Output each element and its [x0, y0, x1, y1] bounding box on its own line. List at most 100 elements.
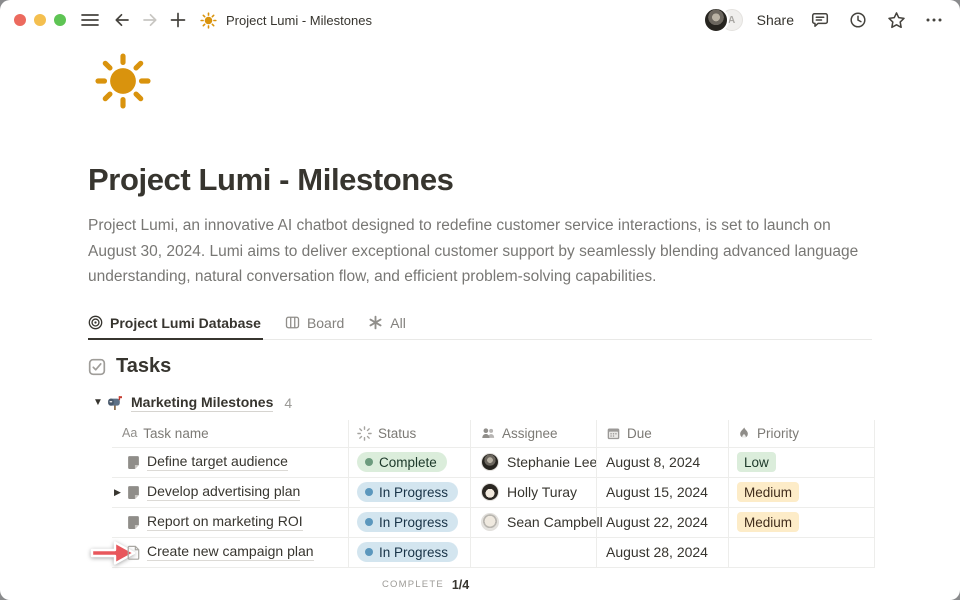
- due-value: August 28, 2024: [606, 544, 708, 560]
- table-footer-calculation[interactable]: COMPLETE 1/4: [382, 578, 872, 592]
- column-header-task-name[interactable]: Aa Task name: [112, 420, 348, 447]
- forward-icon[interactable]: [138, 8, 162, 32]
- table-row[interactable]: ▶ Develop advertising plan In Progress H…: [112, 478, 875, 508]
- group-header: ▼ Marketing Milestones 4: [93, 394, 872, 412]
- status-label: In Progress: [379, 485, 448, 500]
- assignee-name: Holly Turay: [507, 484, 577, 500]
- page-icon-outline: [127, 545, 140, 560]
- group-count: 4: [284, 395, 292, 411]
- page-description: Project Lumi, an innovative AI chatbot d…: [88, 213, 872, 290]
- zoom-window-button[interactable]: [54, 14, 66, 26]
- page-icon-filled: [127, 515, 140, 530]
- column-header-priority[interactable]: Priority: [728, 420, 875, 447]
- more-options-icon[interactable]: [922, 8, 946, 32]
- assignee-cell[interactable]: [470, 538, 596, 567]
- share-button[interactable]: Share: [757, 12, 794, 28]
- priority-tag[interactable]: Medium: [737, 512, 799, 532]
- tab-label: Project Lumi Database: [110, 315, 261, 331]
- status-dot-icon: [365, 488, 373, 496]
- page-title: Project Lumi - Milestones: [88, 160, 872, 200]
- due-cell[interactable]: August 15, 2024: [596, 478, 728, 507]
- favorite-star-icon[interactable]: [884, 8, 908, 32]
- assignee-cell[interactable]: Stephanie Lee: [470, 448, 596, 477]
- status-dot-icon: [365, 518, 373, 526]
- group-name[interactable]: Marketing Milestones: [131, 394, 273, 412]
- page-icon-filled: [127, 485, 140, 500]
- task-title[interactable]: Report on marketing ROI: [147, 513, 303, 531]
- mailbox-icon: [107, 395, 123, 411]
- text-icon: Aa: [122, 426, 137, 440]
- asterisk-icon: [368, 315, 383, 330]
- tab-all[interactable]: All: [368, 313, 408, 340]
- task-title[interactable]: Define target audience: [147, 453, 288, 471]
- minimize-window-button[interactable]: [34, 14, 46, 26]
- due-cell[interactable]: August 22, 2024: [596, 508, 728, 537]
- table-row[interactable]: Report on marketing ROI In Progress Sean…: [112, 508, 875, 538]
- tasks-section-header: Tasks: [88, 353, 872, 381]
- task-title[interactable]: Develop advertising plan: [147, 483, 300, 501]
- status-cell[interactable]: In Progress: [348, 538, 470, 567]
- assignee-cell[interactable]: Holly Turay: [470, 478, 596, 507]
- page-sun-icon[interactable]: [94, 52, 152, 110]
- assignee-cell[interactable]: Sean Campbell: [470, 508, 596, 537]
- back-icon[interactable]: [110, 8, 134, 32]
- status-icon: [357, 426, 372, 441]
- page-icon-filled: [127, 455, 140, 470]
- status-cell[interactable]: Complete: [348, 448, 470, 477]
- status-pill[interactable]: Complete: [357, 452, 447, 472]
- tab-label: Board: [307, 315, 344, 331]
- board-icon: [285, 315, 300, 330]
- collapse-triangle-icon[interactable]: ▼: [93, 397, 107, 408]
- assignee-avatar: [481, 483, 499, 501]
- status-pill[interactable]: In Progress: [357, 482, 458, 502]
- breadcrumb-sun-icon: [196, 8, 220, 32]
- status-cell[interactable]: In Progress: [348, 508, 470, 537]
- row-expander-icon[interactable]: ▶: [114, 487, 121, 498]
- priority-cell[interactable]: Medium: [728, 478, 875, 507]
- task-title[interactable]: Create new campaign plan: [147, 543, 314, 561]
- due-cell[interactable]: August 28, 2024: [596, 538, 728, 567]
- tab-board[interactable]: Board: [285, 313, 346, 340]
- new-tab-plus-icon[interactable]: [166, 8, 190, 32]
- priority-tag[interactable]: Medium: [737, 482, 799, 502]
- due-cell[interactable]: August 8, 2024: [596, 448, 728, 477]
- task-cell[interactable]: Define target audience: [112, 448, 348, 477]
- column-label: Status: [378, 426, 416, 441]
- task-cell[interactable]: Report on marketing ROI: [112, 508, 348, 537]
- breadcrumb[interactable]: Project Lumi - Milestones: [226, 13, 372, 28]
- due-value: August 8, 2024: [606, 454, 700, 470]
- user-avatar: [703, 7, 729, 33]
- table-header-row: Aa Task name Status Assignee Due P: [112, 420, 875, 448]
- status-pill[interactable]: In Progress: [357, 512, 458, 532]
- close-window-button[interactable]: [14, 14, 26, 26]
- window-topbar: Project Lumi - Milestones A Share: [0, 0, 960, 40]
- collaborator-avatars[interactable]: A: [703, 7, 743, 33]
- people-icon: [481, 426, 496, 441]
- tasks-table: Aa Task name Status Assignee Due P: [112, 420, 875, 568]
- calendar-icon: [606, 426, 621, 441]
- priority-cell[interactable]: Low: [728, 448, 875, 477]
- priority-cell[interactable]: [728, 538, 875, 567]
- column-header-due[interactable]: Due: [596, 420, 728, 447]
- due-value: August 15, 2024: [606, 484, 708, 500]
- column-label: Assignee: [502, 426, 558, 441]
- comments-icon[interactable]: [808, 8, 832, 32]
- tab-project-lumi-database[interactable]: Project Lumi Database: [88, 313, 263, 340]
- column-header-status[interactable]: Status: [348, 420, 470, 447]
- table-row[interactable]: Define target audience Complete Stephani…: [112, 448, 875, 478]
- status-cell[interactable]: In Progress: [348, 478, 470, 507]
- column-header-assignee[interactable]: Assignee: [470, 420, 596, 447]
- status-pill[interactable]: In Progress: [357, 542, 458, 562]
- column-label: Due: [627, 426, 652, 441]
- task-cell[interactable]: ▶ Develop advertising plan: [112, 478, 348, 507]
- target-icon: [88, 315, 103, 330]
- table-row[interactable]: Create new campaign plan In Progress Aug…: [112, 538, 875, 568]
- history-clock-icon[interactable]: [846, 8, 870, 32]
- traffic-lights: [14, 14, 66, 26]
- sidebar-menu-icon[interactable]: [78, 8, 102, 32]
- priority-tag[interactable]: Low: [737, 452, 776, 472]
- task-cell[interactable]: Create new campaign plan: [112, 538, 348, 567]
- status-label: Complete: [379, 455, 437, 470]
- priority-cell[interactable]: Medium: [728, 508, 875, 537]
- footer-label: COMPLETE: [382, 579, 444, 590]
